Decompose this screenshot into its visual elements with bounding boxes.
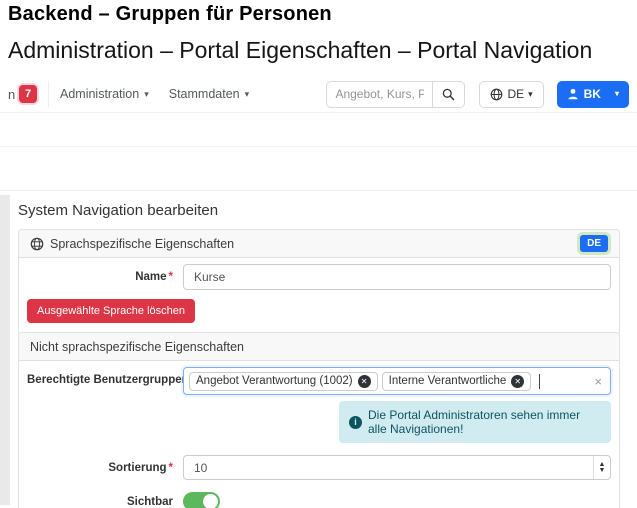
user-dropdown-button[interactable]: BK ▾ bbox=[556, 80, 629, 108]
caret-down-icon: ▾ bbox=[144, 88, 149, 99]
sort-field-row: Sortierung* ▲ ▼ bbox=[27, 455, 611, 480]
required-marker: * bbox=[168, 271, 173, 283]
separator-line bbox=[0, 190, 637, 191]
info-alert: i Die Portal Administratoren sehen immer… bbox=[339, 401, 611, 443]
slide-subtitle: Administration – Portal Eigenschaften – … bbox=[8, 37, 593, 63]
menu-administration-label: Administration bbox=[60, 87, 140, 101]
navbar-divider bbox=[48, 81, 49, 107]
person-icon bbox=[568, 88, 578, 100]
language-card-header: Sprachspezifische Eigenschaften DE bbox=[19, 230, 619, 258]
search-button[interactable] bbox=[432, 80, 466, 108]
search-icon bbox=[443, 88, 455, 100]
name-input[interactable] bbox=[183, 264, 611, 290]
caret-down-icon: ▾ bbox=[614, 89, 619, 98]
slide-title: Backend – Gruppen für Personen bbox=[8, 3, 332, 25]
general-card-body: Berechtigte Benutzergruppen Angebot Vera… bbox=[19, 361, 619, 508]
tag-label: Interne Verantwortliche bbox=[388, 375, 507, 387]
menu-administration[interactable]: Administration ▾ bbox=[60, 87, 149, 101]
info-alert-text: Die Portal Administratoren sehen immer a… bbox=[368, 408, 581, 436]
global-search bbox=[326, 80, 466, 108]
screenshot-root: Backend – Gruppen für Personen Administr… bbox=[0, 0, 637, 508]
general-properties-card: Nicht sprachspezifische Eigenschaften Be… bbox=[18, 332, 620, 508]
language-properties-card: Sprachspezifische Eigenschaften DE Name *… bbox=[18, 229, 620, 336]
name-label: Name * bbox=[135, 271, 173, 283]
language-dropdown-button[interactable]: DE ▾ bbox=[479, 80, 544, 108]
user-group-tag: Interne Verantwortliche ✕ bbox=[381, 371, 532, 391]
globe-icon bbox=[30, 237, 44, 250]
info-circle-icon: i bbox=[349, 415, 362, 429]
separator-line bbox=[0, 146, 637, 147]
user-initials: BK bbox=[583, 87, 601, 101]
page-background-strip bbox=[0, 195, 10, 505]
name-field-row: Name * bbox=[27, 264, 611, 290]
general-card-title: Nicht sprachspezifische Eigenschaften bbox=[30, 339, 245, 354]
text-cursor bbox=[539, 373, 541, 389]
caret-down-icon: ▾ bbox=[528, 88, 533, 99]
menu-stammdaten-label: Stammdaten bbox=[168, 87, 240, 101]
sort-label: Sortierung * bbox=[108, 461, 173, 474]
clear-selection-icon[interactable]: × bbox=[588, 374, 602, 389]
number-spinner[interactable]: ▲ ▼ bbox=[593, 456, 610, 479]
user-groups-multiselect[interactable]: Angebot Verantwortung (1002) ✕ Interne V… bbox=[183, 367, 611, 395]
language-label: DE bbox=[507, 87, 525, 101]
globe-icon bbox=[491, 88, 503, 100]
general-card-header: Nicht sprachspezifische Eigenschaften bbox=[19, 333, 619, 361]
required-marker: * bbox=[168, 461, 173, 474]
user-groups-row: Berechtigte Benutzergruppen Angebot Vera… bbox=[27, 367, 611, 443]
caret-down-icon: ▾ bbox=[244, 88, 250, 99]
search-input[interactable] bbox=[326, 80, 433, 108]
user-group-tag: Angebot Verantwortung (1002) ✕ bbox=[189, 371, 378, 391]
tag-label: Angebot Verantwortung (1002) bbox=[196, 375, 353, 387]
spinner-down-icon[interactable]: ▼ bbox=[599, 467, 606, 474]
language-badge[interactable]: DE bbox=[580, 235, 608, 252]
user-groups-label: Berechtigte Benutzergruppen bbox=[27, 374, 189, 386]
delete-language-button[interactable]: Ausgewählte Sprache löschen bbox=[27, 299, 195, 323]
language-card-title: Sprachspezifische Eigenschaften bbox=[50, 236, 235, 251]
notification-badge[interactable]: 7 bbox=[19, 85, 37, 103]
menu-stammdaten[interactable]: Stammdaten ▾ bbox=[169, 87, 249, 101]
brand-fragment: n bbox=[8, 86, 16, 102]
visible-toggle[interactable] bbox=[183, 492, 220, 508]
page-title: System Navigation bearbeiten bbox=[18, 202, 219, 219]
visible-field-row: Sichtbar bbox=[27, 492, 611, 508]
toggle-knob bbox=[203, 494, 218, 508]
sort-input[interactable] bbox=[183, 455, 611, 480]
top-navbar: n 7 Administration ▾ Stammdaten ▾ Angebo… bbox=[0, 76, 637, 113]
language-card-body: Name* Ausgewählte Sprache löschen bbox=[19, 258, 619, 335]
remove-tag-icon[interactable]: ✕ bbox=[357, 374, 371, 388]
remove-tag-icon[interactable]: ✕ bbox=[511, 374, 525, 388]
visible-label: Sichtbar bbox=[126, 495, 173, 508]
